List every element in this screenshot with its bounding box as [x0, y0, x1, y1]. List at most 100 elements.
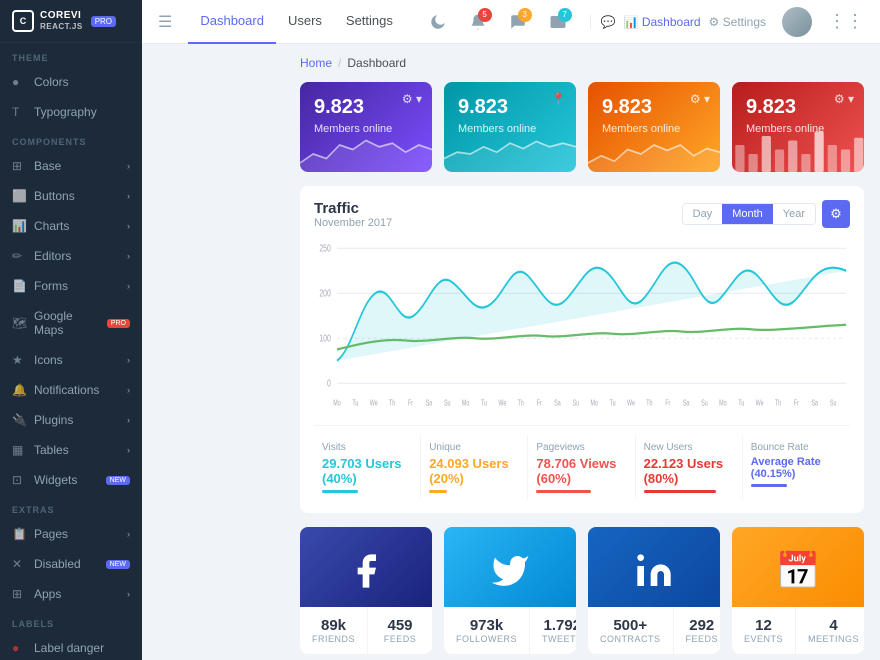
svg-text:Sa: Sa — [683, 400, 690, 408]
twitter-icon-area — [444, 527, 576, 607]
sidebar-item-colors[interactable]: ● Colors — [0, 67, 142, 97]
pin-icon[interactable]: 📍 — [551, 92, 566, 106]
topbar-nav-settings[interactable]: Settings — [334, 0, 405, 44]
pro-badge: PRO — [107, 319, 130, 328]
breadcrumb-home[interactable]: Home — [300, 56, 332, 70]
twitter-followers-stat: 973k FOLLOWERS — [444, 607, 530, 654]
chevron-icon: › — [127, 589, 130, 599]
sidebar-item-notifications[interactable]: 🔔 Notifications › — [0, 375, 142, 405]
gear-icon[interactable]: ⚙ ▾ — [690, 92, 710, 106]
gear-icon[interactable]: ⚙ ▾ — [834, 92, 854, 106]
svg-text:250: 250 — [319, 242, 331, 254]
bell-button[interactable]: 5 — [462, 6, 494, 38]
calendar-meetings-value: 4 — [808, 617, 859, 634]
topbar-chat-icon[interactable]: 💬 — [601, 15, 616, 29]
sidebar-item-icons[interactable]: ★ Icons › — [0, 345, 142, 375]
sidebar-item-label: Charts — [34, 219, 119, 233]
sidebar-item-base[interactable]: ⊞ Base › — [0, 151, 142, 181]
svg-text:Fr: Fr — [794, 400, 800, 408]
twitter-followers-value: 973k — [456, 617, 517, 634]
chat-badge: 3 — [518, 8, 532, 22]
star-icon: ★ — [12, 353, 26, 367]
calendar-events-stat: 12 EVENTS — [732, 607, 796, 654]
stat-card-members-online-orange: 9.823 Members online ⚙ ▾ — [588, 82, 720, 172]
calendar-stats: 12 EVENTS 4 MEETINGS — [732, 607, 864, 654]
calendar-icon-area: 📅 — [732, 527, 864, 607]
topbar-dashboard-link[interactable]: 📊 Dashboard — [624, 15, 701, 29]
traffic-stats: Visits 29.703 Users (40%) Unique 24.093 … — [314, 425, 850, 499]
sidebar-item-editors[interactable]: ✏ Editors › — [0, 241, 142, 271]
grid-view-icon[interactable]: ⋮⋮ — [828, 11, 864, 32]
moon-button[interactable] — [422, 6, 454, 38]
svg-text:Su: Su — [701, 400, 708, 408]
traffic-stat-label: Unique — [429, 442, 519, 453]
sidebar-item-label: Colors — [34, 75, 130, 89]
sidebar-item-widgets[interactable]: ⊡ Widgets NEW — [0, 465, 142, 495]
traffic-controls: Day Month Year ⚙ — [682, 200, 850, 228]
linkedin-stats: 500+ CONTRACTS 292 FEEDS — [588, 607, 720, 654]
sidebar-item-typography[interactable]: T Typography — [0, 97, 142, 127]
svg-text:We: We — [498, 400, 506, 408]
svg-text:Th: Th — [518, 400, 524, 408]
month-button[interactable]: Month — [722, 204, 773, 224]
logo-icon: C — [12, 10, 34, 32]
sidebar-item-google-maps[interactable]: 🗺 Google Maps PRO — [0, 301, 142, 345]
day-button[interactable]: Day — [683, 204, 723, 224]
new-badge: NEW — [106, 476, 130, 485]
envelope-button[interactable]: 7 — [542, 6, 574, 38]
sidebar-item-pages[interactable]: 📋 Pages › — [0, 519, 142, 549]
sidebar-item-plugins[interactable]: 🔌 Plugins › — [0, 405, 142, 435]
square-icon: ⬜ — [12, 189, 26, 203]
calendar-events-value: 12 — [744, 617, 783, 634]
sidebar-item-disabled[interactable]: ✕ Disabled NEW — [0, 549, 142, 579]
new-badge: NEW — [106, 560, 130, 569]
topbar-nav-users[interactable]: Users — [276, 0, 334, 44]
topbar: ☰ Dashboard Users Settings 5 3 7 💬 📊 Das… — [142, 0, 880, 44]
traffic-stat-pageviews: Pageviews 78.706 Views (60%) — [528, 436, 635, 499]
facebook-stats: 89k FRIENDS 459 FEEDS — [300, 607, 432, 654]
chevron-icon: › — [127, 529, 130, 539]
sidebar-item-charts[interactable]: 📊 Charts › — [0, 211, 142, 241]
social-cards: 89k FRIENDS 459 FEEDS 973k FOLLOWERS — [300, 527, 864, 654]
user-avatar[interactable] — [782, 7, 812, 37]
chat-button[interactable]: 3 — [502, 6, 534, 38]
stat-card-members-online-blue: 9.823 Members online ⚙ ▾ — [300, 82, 432, 172]
chart-settings-button[interactable]: ⚙ — [822, 200, 850, 228]
svg-text:We: We — [756, 400, 764, 408]
circle-icon: ● — [12, 75, 26, 89]
twitter-tweets-stat: 1.792 TWEETS — [530, 607, 576, 654]
sidebar-item-label: Pages — [34, 527, 119, 541]
traffic-stat-unique: Unique 24.093 Users (20%) — [421, 436, 528, 499]
sidebar-item-buttons[interactable]: ⬜ Buttons › — [0, 181, 142, 211]
facebook-friends-value: 89k — [312, 617, 355, 634]
linkedin-feeds-value: 292 — [686, 617, 719, 634]
svg-text:Mo: Mo — [333, 400, 341, 408]
social-card-linkedin: 500+ CONTRACTS 292 FEEDS — [588, 527, 720, 654]
sidebar-item-apps[interactable]: ⊞ Apps › — [0, 579, 142, 609]
menu-icon[interactable]: ☰ — [158, 12, 172, 32]
svg-text:Th: Th — [389, 400, 395, 408]
svg-text:Su: Su — [444, 400, 451, 408]
sidebar-section-labels: LABELS — [0, 609, 142, 633]
page-icon: 📋 — [12, 527, 26, 541]
breadcrumb-separator: / — [338, 56, 341, 70]
chevron-icon: › — [127, 161, 130, 171]
sidebar-logo[interactable]: C COREVIREACT.JS PRO — [0, 0, 142, 43]
sidebar-item-label: Widgets — [34, 473, 98, 487]
linkedin-contracts-stat: 500+ CONTRACTS — [588, 607, 674, 654]
sidebar-item-tables[interactable]: ▦ Tables › — [0, 435, 142, 465]
traffic-title: Traffic — [314, 200, 392, 217]
sidebar-item-forms[interactable]: 📄 Forms › — [0, 271, 142, 301]
sidebar-item-label: Plugins — [34, 413, 119, 427]
topbar-nav-dashboard[interactable]: Dashboard — [188, 0, 276, 44]
plug-icon: 🔌 — [12, 413, 26, 427]
topbar-settings-link[interactable]: ⚙ Settings — [709, 15, 766, 29]
svg-text:Tu: Tu — [481, 400, 487, 408]
linkedin-icon-area — [588, 527, 720, 607]
svg-text:Fr: Fr — [665, 400, 671, 408]
gear-icon[interactable]: ⚙ ▾ — [402, 92, 422, 106]
year-button[interactable]: Year — [773, 204, 815, 224]
calendar-meetings-label: MEETINGS — [808, 634, 859, 644]
edit-icon: ✏ — [12, 249, 26, 263]
sidebar-item-label-danger[interactable]: ● Label danger — [0, 633, 142, 660]
